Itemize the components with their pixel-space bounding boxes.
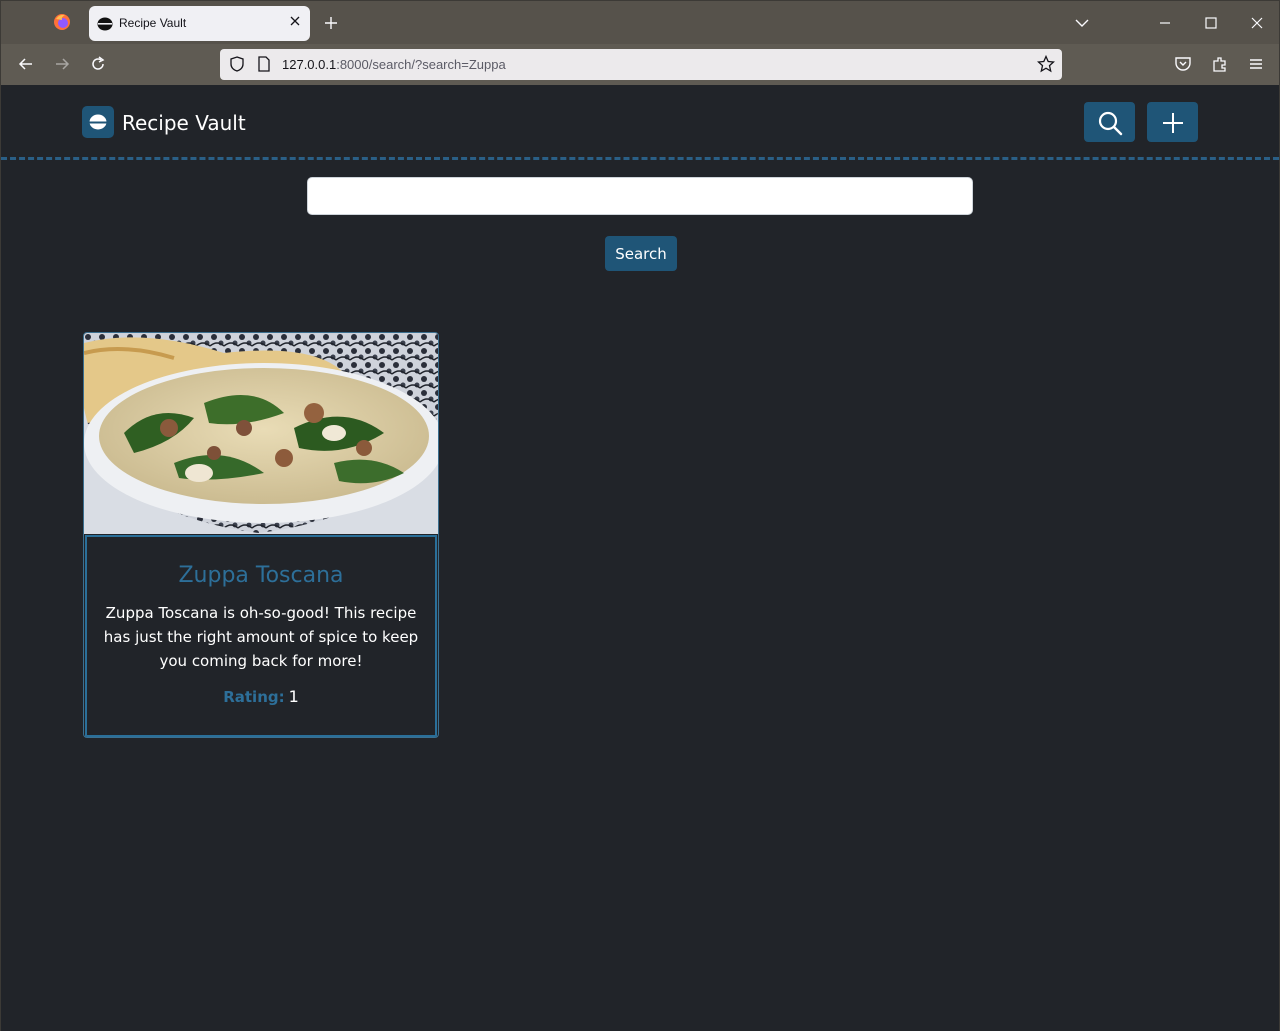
browser-titlebar: Recipe Vault (0, 0, 1280, 44)
search-button[interactable]: Search (605, 236, 677, 271)
search-icon (1098, 111, 1123, 136)
recipe-description: Zuppa Toscana is oh-so-good! This recipe… (103, 604, 419, 670)
list-all-tabs-icon[interactable] (1073, 14, 1091, 32)
close-tab-icon[interactable] (288, 14, 302, 28)
browser-tab-active[interactable]: Recipe Vault (89, 6, 310, 41)
firefox-icon[interactable] (53, 13, 71, 31)
recipe-vault-favicon (97, 17, 113, 31)
search-nav-button[interactable] (1084, 102, 1135, 142)
add-recipe-button[interactable] (1147, 102, 1198, 142)
close-window-icon[interactable] (1248, 14, 1266, 32)
tab-title: Recipe Vault (119, 16, 187, 30)
pocket-icon[interactable] (1174, 55, 1192, 73)
recipe-image[interactable] (84, 333, 438, 534)
plus-icon (1163, 113, 1183, 133)
page-content: Recipe Vault Search Zuppa Toscana Zuppa … (0, 85, 1280, 1031)
reload-icon[interactable] (89, 55, 107, 73)
site-header: Recipe Vault (1, 85, 1279, 160)
search-input[interactable] (307, 177, 973, 215)
url-path: :8000/search/?search=Zuppa (336, 57, 506, 72)
maximize-icon[interactable] (1202, 14, 1220, 32)
tracking-protection-shield-icon[interactable] (229, 56, 245, 72)
site-brand-name[interactable]: Recipe Vault (122, 111, 246, 135)
hamburger-menu-icon[interactable] (1247, 55, 1265, 73)
rating-value: 1 (288, 687, 299, 706)
bookmark-star-icon[interactable] (1037, 55, 1055, 73)
recipe-title[interactable]: Zuppa Toscana (87, 563, 435, 588)
extensions-icon[interactable] (1211, 55, 1229, 73)
address-bar[interactable]: 127.0.0.1:8000/search/?search=Zuppa (220, 49, 1062, 80)
new-tab-icon[interactable] (323, 15, 339, 31)
url-host: 127.0.0.1 (282, 57, 337, 72)
brand-logo[interactable] (82, 106, 114, 138)
recipe-vault-logo-icon (89, 114, 107, 130)
forward-icon[interactable] (53, 55, 71, 73)
recipe-card-body: Zuppa Toscana Zuppa Toscana is oh-so-goo… (85, 535, 437, 737)
page-info-icon[interactable] (257, 56, 271, 72)
back-icon[interactable] (17, 55, 35, 73)
browser-navbar: 127.0.0.1:8000/search/?search=Zuppa (0, 44, 1280, 85)
minimize-icon[interactable] (1156, 14, 1174, 32)
recipe-card[interactable]: Zuppa Toscana Zuppa Toscana is oh-so-goo… (83, 332, 439, 738)
url-text[interactable]: 127.0.0.1:8000/search/?search=Zuppa (282, 57, 506, 72)
recipe-rating: Rating: 1 (87, 687, 435, 706)
rating-label: Rating: (223, 688, 285, 706)
